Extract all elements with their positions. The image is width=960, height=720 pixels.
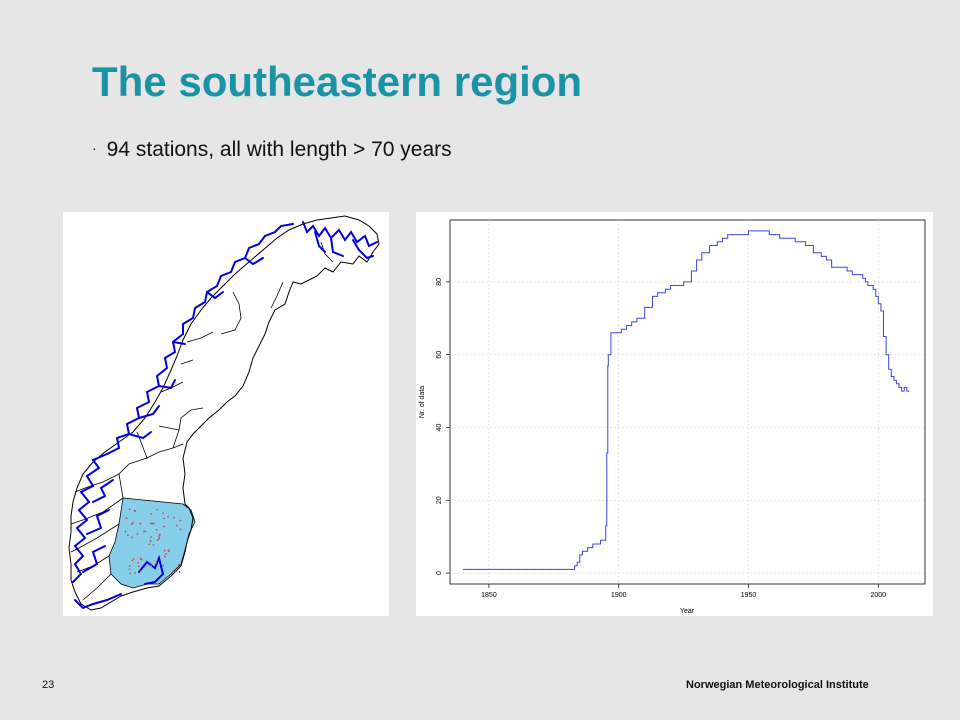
y-tick-label: 0: [436, 571, 443, 575]
station-marker: [139, 570, 142, 572]
station-marker: [128, 508, 131, 511]
station-marker: [125, 517, 128, 520]
y-tick-label: 80: [436, 278, 443, 286]
station-marker: [155, 561, 158, 564]
y-axis: 0 20 40 60 80: [436, 278, 450, 575]
page-number: 23: [42, 679, 55, 691]
x-tick-label: 1850: [481, 592, 497, 599]
station-marker: [153, 522, 155, 525]
station-marker: [124, 530, 127, 533]
bullet-item: · 94 stations, all with length > 70 years: [92, 138, 452, 162]
station-marker: [131, 559, 134, 562]
station-marker: [144, 530, 147, 532]
station-marker: [163, 555, 166, 558]
norway-map: [68, 215, 380, 611]
station-marker: [148, 543, 151, 546]
station-marker: [173, 571, 176, 573]
data-count-chart: 1850 1900 1950 2000 0 20 40 60 80 Year Nr. of d…: [419, 219, 926, 615]
bullet-text: 94 stations, all with length > 70 years: [106, 138, 452, 161]
station-marker: [129, 572, 132, 575]
station-marker: [179, 519, 182, 522]
station-marker: [136, 533, 139, 535]
station-marker: [150, 513, 152, 515]
station-marker: [142, 530, 145, 533]
x-tick-label: 2000: [870, 592, 886, 599]
station-marker: [152, 544, 155, 546]
station-marker: [137, 561, 140, 564]
station-marker: [150, 536, 152, 538]
y-tick-label: 20: [436, 496, 443, 504]
station-marker: [163, 549, 166, 552]
station-marker: [156, 508, 159, 511]
station-marker: [177, 563, 180, 566]
station-marker: [126, 534, 129, 537]
station-marker: [128, 565, 131, 567]
station-marker: [173, 516, 175, 519]
station-marker: [162, 564, 165, 567]
station-marker: [167, 549, 170, 552]
station-marker: [128, 568, 131, 570]
station-marker: [150, 564, 153, 567]
station-marker: [132, 521, 134, 524]
footer-organization: Norwegian Meteorological Institute: [686, 679, 869, 691]
y-axis-label: Nr. of data: [419, 386, 426, 418]
x-axis: 1850 1900 1950 2000: [481, 584, 886, 599]
chart-panel: 1850 1900 1950 2000 0 20 40 60 80 Year Nr. of d…: [416, 212, 933, 616]
station-marker: [163, 517, 165, 520]
station-marker: [159, 533, 161, 536]
station-marker: [133, 558, 135, 560]
x-axis-label: Year: [680, 608, 695, 615]
x-tick-label: 1950: [741, 592, 757, 599]
station-marker: [162, 512, 164, 514]
southeastern-region: [108, 497, 196, 589]
station-marker: [139, 557, 142, 560]
station-marker: [179, 528, 182, 531]
station-marker: [134, 572, 136, 574]
x-tick-label: 1900: [611, 592, 627, 599]
slide-title: The southeastern region: [92, 58, 583, 105]
station-marker: [156, 539, 159, 542]
station-marker: [139, 522, 142, 525]
y-tick-label: 60: [436, 351, 443, 359]
station-marker: [176, 524, 178, 527]
region-boundaries: [70, 241, 334, 601]
station-marker: [151, 522, 154, 525]
bullet-marker: ·: [92, 140, 97, 156]
norway-map-panel: [63, 212, 389, 616]
station-marker: [149, 539, 152, 542]
station-marker: [133, 509, 136, 512]
station-marker: [137, 565, 140, 568]
station-marker: [167, 515, 169, 518]
y-tick-label: 40: [436, 423, 443, 431]
station-marker: [163, 525, 165, 528]
station-marker: [131, 536, 133, 539]
station-marker: [149, 562, 152, 565]
station-marker: [158, 536, 160, 538]
station-marker: [165, 553, 167, 555]
station-marker: [155, 528, 158, 531]
station-marker: [178, 571, 181, 573]
station-marker: [158, 538, 160, 540]
